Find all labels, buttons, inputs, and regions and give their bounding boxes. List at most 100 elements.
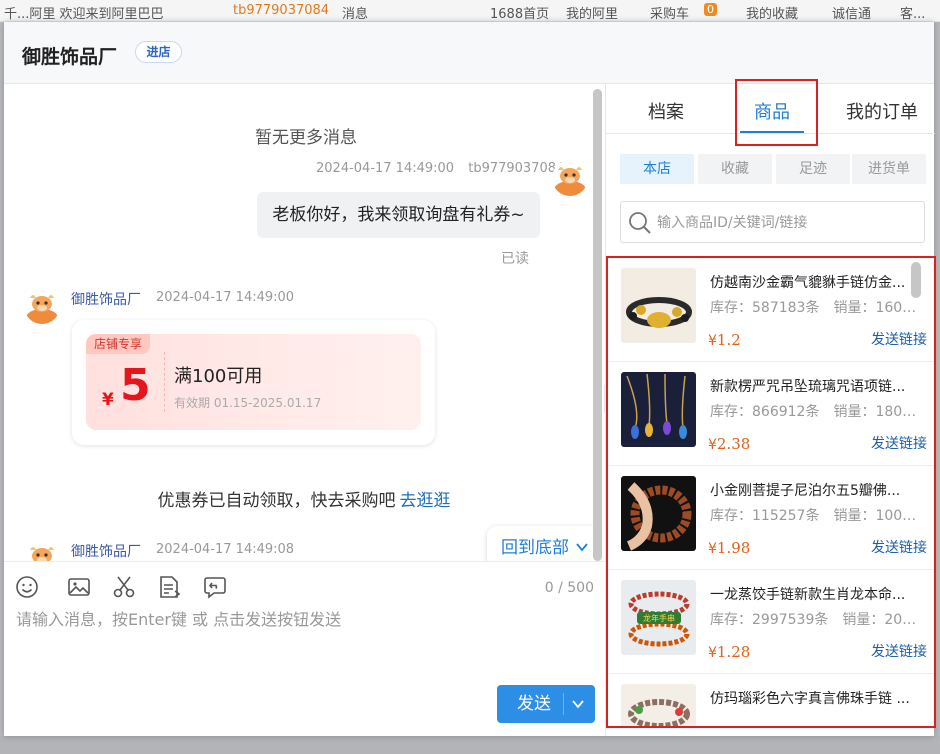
product-stock-sales: 库存：115257条 销量：100+条 bbox=[710, 508, 924, 524]
subtab-purchase-list[interactable]: 进货单 bbox=[852, 154, 926, 184]
background-bar-home: 1688首页 bbox=[490, 7, 550, 22]
chevron-down-icon bbox=[575, 526, 589, 561]
my-message-user: tb9779037084 bbox=[468, 161, 565, 176]
background-bar-chengxin: 诚信通 bbox=[832, 7, 872, 22]
product-stock-sales: 库存：866912条 销量：1800... bbox=[710, 404, 924, 420]
send-link-button[interactable]: 发送链接 bbox=[871, 641, 927, 661]
document-icon[interactable] bbox=[156, 574, 182, 600]
bull-avatar-icon bbox=[552, 160, 588, 196]
coupon-tag: 店铺专享 bbox=[86, 334, 151, 354]
price-value: 1.28 bbox=[716, 643, 751, 661]
product-thumbnail[interactable]: 龙年手串 bbox=[621, 580, 696, 655]
product-title: 小金刚菩提子尼泊尔五5瓣佛... bbox=[710, 483, 901, 499]
price-currency: ¥ bbox=[708, 541, 717, 557]
back-to-bottom-button[interactable]: 回到底部 bbox=[487, 526, 599, 561]
char-count: 0 / 500 bbox=[544, 580, 594, 596]
bull-avatar-icon bbox=[24, 540, 60, 561]
background-bar-favorites: 我的收藏 bbox=[746, 7, 799, 22]
send-link-button[interactable]: 发送链接 bbox=[871, 329, 927, 349]
price-currency: ¥ bbox=[708, 645, 717, 661]
message-composer: 0 / 500 发送 bbox=[4, 561, 608, 736]
coupon-card[interactable]: 店铺专享 ¥ 5 满100可用 有效期 01.15-2025.01.17 bbox=[72, 320, 435, 445]
product-price: ¥2.38 bbox=[708, 435, 750, 453]
tab-highlight-box bbox=[735, 79, 818, 146]
background-bar-my: 我的阿里 bbox=[566, 7, 619, 22]
tab-my-orders[interactable]: 我的订单 bbox=[846, 98, 918, 124]
product-price: ¥1.28 bbox=[708, 643, 750, 661]
send-button-divider bbox=[563, 693, 564, 715]
shop-message-time: 2024-04-17 14:49:08 bbox=[156, 542, 295, 557]
send-link-button[interactable]: 发送链接 bbox=[871, 537, 927, 557]
tab-profile[interactable]: 档案 bbox=[648, 98, 684, 124]
search-icon bbox=[627, 210, 653, 236]
side-panel: 档案 商品 我的订单 本店 收藏 足迹 进货单 输入商品ID/关键词/链接 仿越… bbox=[605, 79, 936, 736]
auto-claim-text: 优惠券已自动领取，快去采购吧 bbox=[157, 491, 396, 511]
background-cart-count: 0 bbox=[704, 3, 717, 16]
shop-avatar[interactable] bbox=[24, 288, 60, 324]
my-message-meta: 2024-04-17 14:49:00 tb9779037084 bbox=[316, 161, 564, 176]
subtab-favorites[interactable]: 收藏 bbox=[698, 154, 772, 184]
coupon-divider bbox=[164, 352, 165, 412]
coupon-currency: ¥ bbox=[102, 390, 114, 410]
coupon-amount: 5 bbox=[120, 360, 151, 411]
product-price: ¥1.2 bbox=[708, 331, 741, 349]
shop-sender-name: 御胜饰品厂 bbox=[71, 292, 141, 308]
back-to-bottom-label: 回到底部 bbox=[501, 538, 569, 558]
coupon-condition: 满100可用 bbox=[174, 366, 263, 387]
product-list[interactable]: 仿越南沙金霸气貔貅手链仿金... 库存：587183条 销量：1600... ¥… bbox=[606, 256, 936, 728]
product-search bbox=[620, 201, 925, 243]
chevron-down-icon[interactable] bbox=[571, 686, 585, 737]
subtab-this-shop[interactable]: 本店 bbox=[620, 154, 694, 184]
background-top-bar: 千...阿里 欢迎来到阿里巴巴 tb9779037084 消息 1688首页 我… bbox=[0, 0, 940, 22]
background-bar-item: 千...阿里 欢迎来到阿里巴巴 bbox=[4, 7, 164, 22]
product-item[interactable]: 仿玛瑙彩色六字真言佛珠手链 ... bbox=[608, 674, 934, 726]
product-title: 仿越南沙金霸气貔貅手链仿金... bbox=[710, 275, 906, 291]
coupon-expiry: 有效期 01.15-2025.01.17 bbox=[174, 396, 322, 410]
product-thumbnail[interactable] bbox=[621, 476, 696, 551]
price-currency: ¥ bbox=[708, 333, 717, 349]
price-currency: ¥ bbox=[708, 437, 717, 453]
thumbnail-badge-text: 龙年手串 bbox=[643, 613, 675, 623]
subtab-history[interactable]: 足迹 bbox=[776, 154, 850, 184]
no-more-messages: 暂无更多消息 bbox=[255, 128, 357, 148]
shop-avatar[interactable] bbox=[24, 540, 60, 561]
chat-scrollbar[interactable] bbox=[593, 87, 603, 561]
price-value: 2.38 bbox=[716, 435, 751, 453]
history-icon[interactable] bbox=[202, 574, 228, 600]
my-message-time: 2024-04-17 14:49:00 bbox=[316, 161, 455, 176]
enter-shop-button[interactable]: 进店 bbox=[135, 41, 182, 63]
product-thumbnail[interactable] bbox=[621, 268, 696, 343]
product-thumbnail[interactable] bbox=[621, 372, 696, 447]
product-title: 新款楞严咒吊坠琉璃咒语项链... bbox=[710, 379, 906, 395]
message-list[interactable]: 暂无更多消息 2024-04-17 14:49:00 tb9779037084 … bbox=[4, 85, 604, 561]
chat-window: 御胜饰品厂 进店 暂无更多消息 2024-04-17 14:49:00 tb97… bbox=[4, 22, 936, 736]
product-list-scrollbar[interactable] bbox=[911, 262, 921, 298]
bull-avatar-icon bbox=[24, 288, 60, 324]
background-bar-messages: 消息 bbox=[342, 7, 369, 22]
product-item[interactable]: 新款楞严咒吊坠琉璃咒语项链... 库存：866912条 销量：1800... ¥… bbox=[608, 362, 934, 466]
product-item[interactable]: 仿越南沙金霸气貔貅手链仿金... 库存：587183条 销量：1600... ¥… bbox=[608, 258, 934, 362]
chat-header: 御胜饰品厂 进店 bbox=[4, 22, 934, 84]
price-value: 1.98 bbox=[716, 539, 751, 557]
product-search-input[interactable] bbox=[657, 211, 917, 235]
product-price: ¥1.98 bbox=[708, 539, 750, 557]
send-button[interactable]: 发送 bbox=[497, 685, 595, 723]
chat-scrollbar-thumb[interactable] bbox=[593, 89, 602, 561]
product-item[interactable]: 龙年手串 一龙蒸饺手链新款生肖龙本命... 库存：2997539条 销量：200… bbox=[608, 570, 934, 674]
product-item[interactable]: 小金刚菩提子尼泊尔五5瓣佛... 库存：115257条 销量：100+条 ¥1.… bbox=[608, 466, 934, 570]
my-message-bubble: 老板你好，我来领取询盘有礼券~ bbox=[257, 192, 540, 238]
product-title: 一龙蒸饺手链新款生肖龙本命... bbox=[710, 587, 906, 603]
send-link-button[interactable]: 发送链接 bbox=[871, 433, 927, 453]
product-stock-sales: 库存：2997539条 销量：200... bbox=[710, 612, 924, 628]
my-avatar[interactable] bbox=[552, 160, 588, 196]
go-shopping-link[interactable]: 去逛逛 bbox=[400, 491, 451, 511]
send-label: 发送 bbox=[517, 694, 551, 714]
shop-message-time: 2024-04-17 14:49:00 bbox=[156, 290, 295, 305]
shop-sender-name: 御胜饰品厂 bbox=[71, 544, 141, 560]
panel-tabs: 档案 商品 我的订单 bbox=[606, 79, 935, 146]
scissors-icon[interactable] bbox=[111, 574, 137, 600]
product-thumbnail[interactable] bbox=[621, 684, 696, 726]
image-icon[interactable] bbox=[66, 574, 92, 600]
background-page-bottom bbox=[0, 736, 940, 754]
emoji-icon[interactable] bbox=[14, 574, 40, 600]
